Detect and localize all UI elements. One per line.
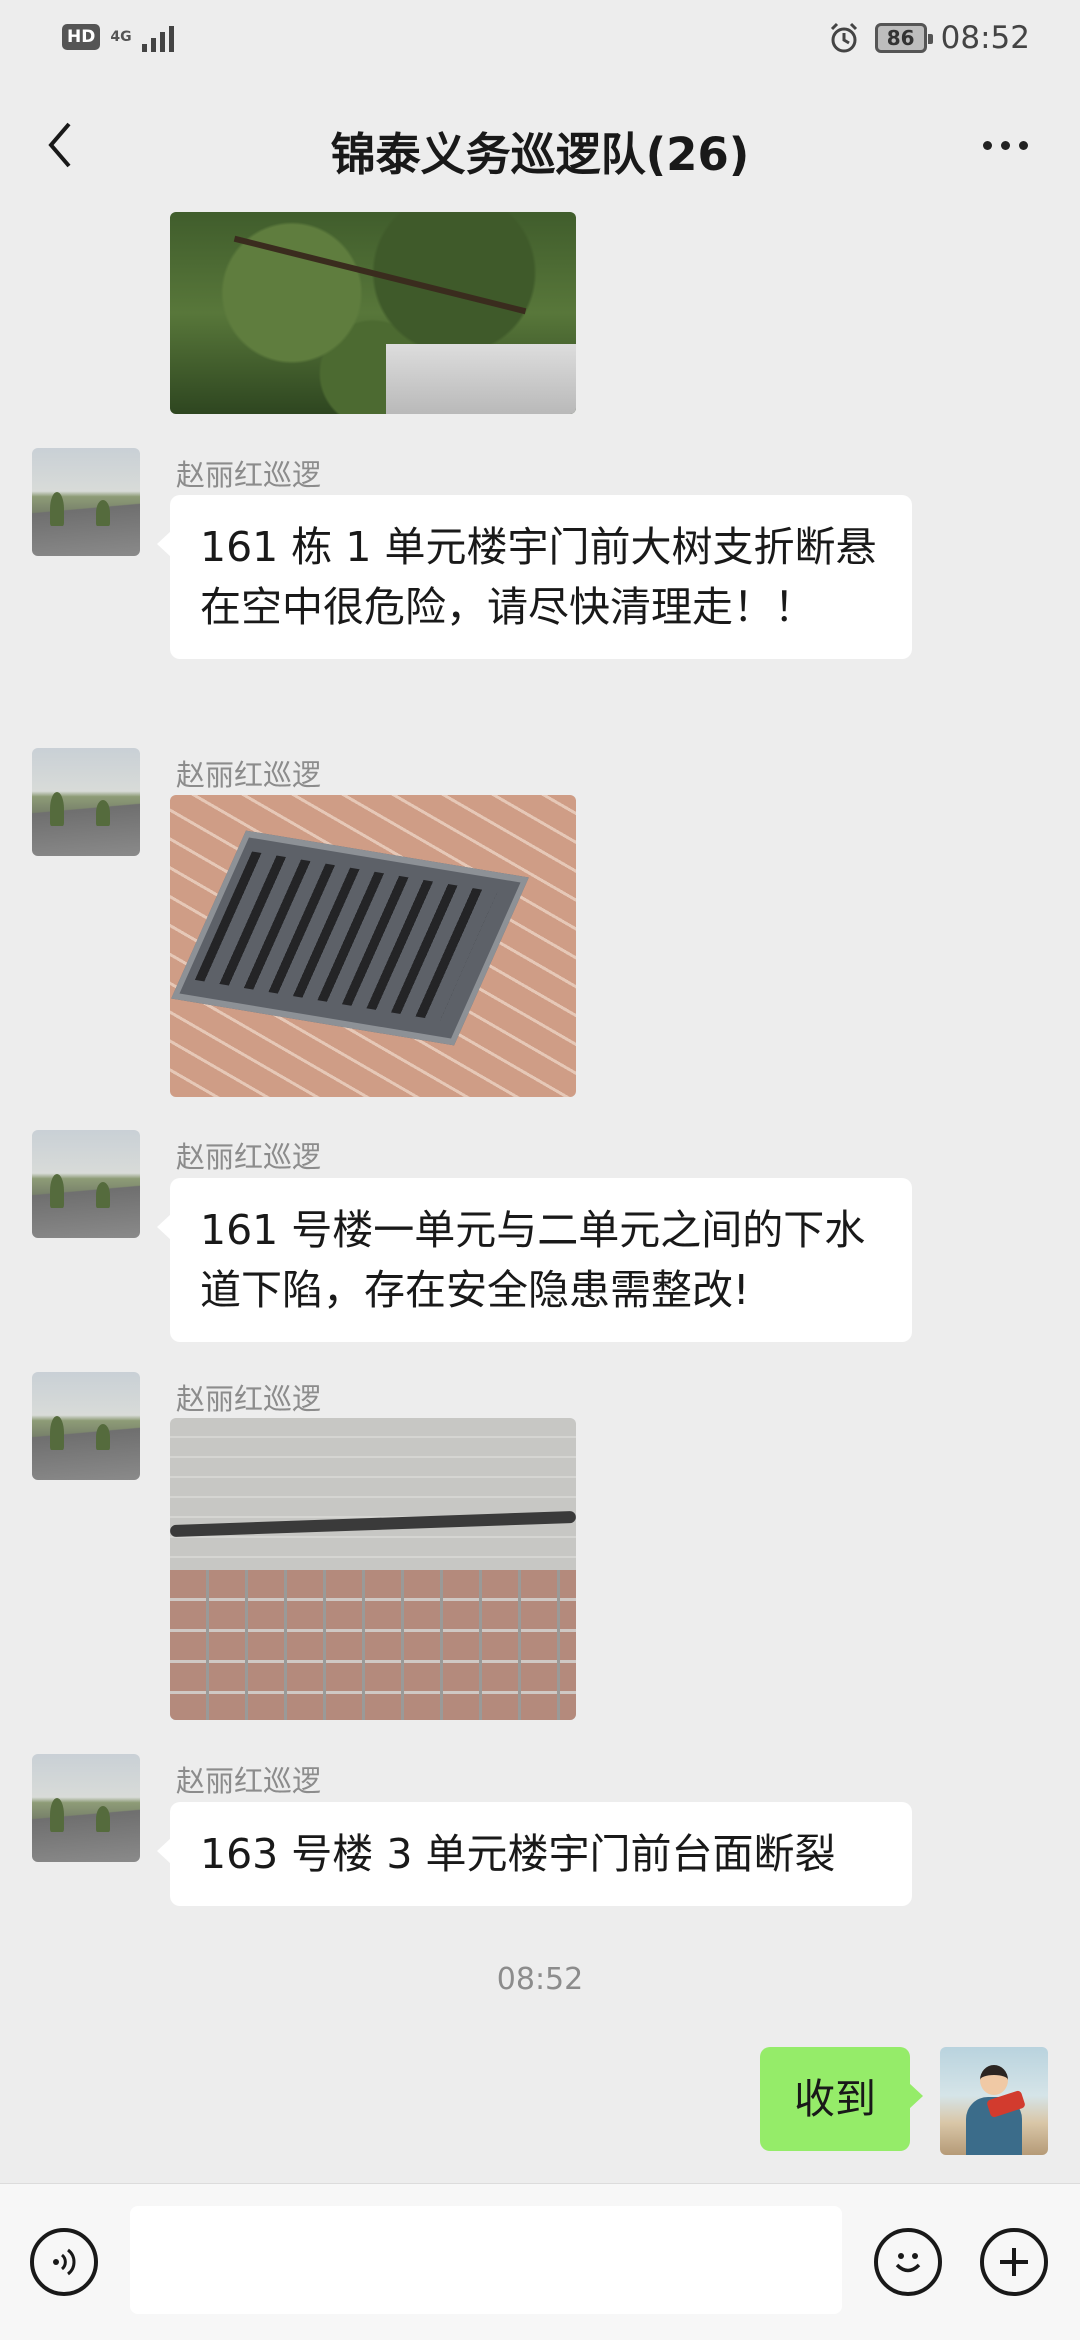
- message-list[interactable]: 赵丽红巡逻 161 栋 1 单元楼宇门前大树支折断悬在空中很危险，请尽快清理走！…: [0, 212, 1080, 2184]
- hd-badge: HD: [62, 24, 101, 50]
- network-type: 4G: [110, 29, 132, 45]
- message-bubble[interactable]: 161 栋 1 单元楼宇门前大树支折断悬在空中很危险，请尽快清理走！！: [157, 495, 912, 659]
- my-avatar[interactable]: [940, 2047, 1048, 2155]
- emoji-icon: [895, 2253, 921, 2273]
- status-bar: HD 4G 86 08:52: [0, 0, 1080, 80]
- sender-name: 赵丽红巡逻: [176, 1764, 322, 1798]
- sender-name: 赵丽红巡逻: [176, 458, 322, 492]
- avatar[interactable]: [32, 1372, 140, 1480]
- sender-name: 赵丽红巡逻: [176, 1382, 322, 1416]
- sender-name: 赵丽红巡逻: [176, 758, 322, 792]
- status-right: 86 08:52: [827, 20, 1030, 56]
- plus-icon: [1000, 2248, 1028, 2276]
- status-time: 08:52: [940, 20, 1030, 56]
- plus-button[interactable]: [980, 2228, 1048, 2296]
- chat-title: 锦泰义务巡逻队(26): [330, 128, 750, 181]
- message-input[interactable]: [130, 2206, 842, 2314]
- message-bubble[interactable]: 161 号楼一单元与二单元之间的下水道下陷，存在安全隐患需整改!: [157, 1178, 912, 1342]
- tree-branch-photo[interactable]: [170, 212, 576, 414]
- drain-grate-photo[interactable]: [170, 795, 576, 1097]
- emoji-button[interactable]: [874, 2228, 942, 2296]
- chat-header: 锦泰义务巡逻队(26): [0, 80, 1080, 212]
- avatar[interactable]: [32, 1754, 140, 1862]
- message-bubble[interactable]: 163 号楼 3 单元楼宇门前台面断裂: [157, 1802, 912, 1906]
- voice-button[interactable]: [30, 2228, 98, 2296]
- voice-icon: [53, 2248, 76, 2276]
- my-message-bubble[interactable]: 收到: [760, 2047, 923, 2151]
- cracked-step-photo[interactable]: [170, 1418, 576, 1720]
- avatar[interactable]: [32, 748, 140, 856]
- avatar[interactable]: [32, 448, 140, 556]
- avatar[interactable]: [32, 1130, 140, 1238]
- more-button[interactable]: [970, 120, 1040, 170]
- battery-level: 86: [886, 26, 915, 50]
- status-left: HD 4G: [62, 22, 174, 52]
- sender-name: 赵丽红巡逻: [176, 1140, 322, 1174]
- timestamp: 08:52: [496, 1962, 584, 1997]
- signal-icon: [141, 22, 174, 52]
- alarm-icon: [830, 22, 857, 53]
- input-bar: [0, 2183, 1080, 2340]
- more-dots-icon: [982, 140, 992, 150]
- battery-icon: 86: [874, 23, 933, 53]
